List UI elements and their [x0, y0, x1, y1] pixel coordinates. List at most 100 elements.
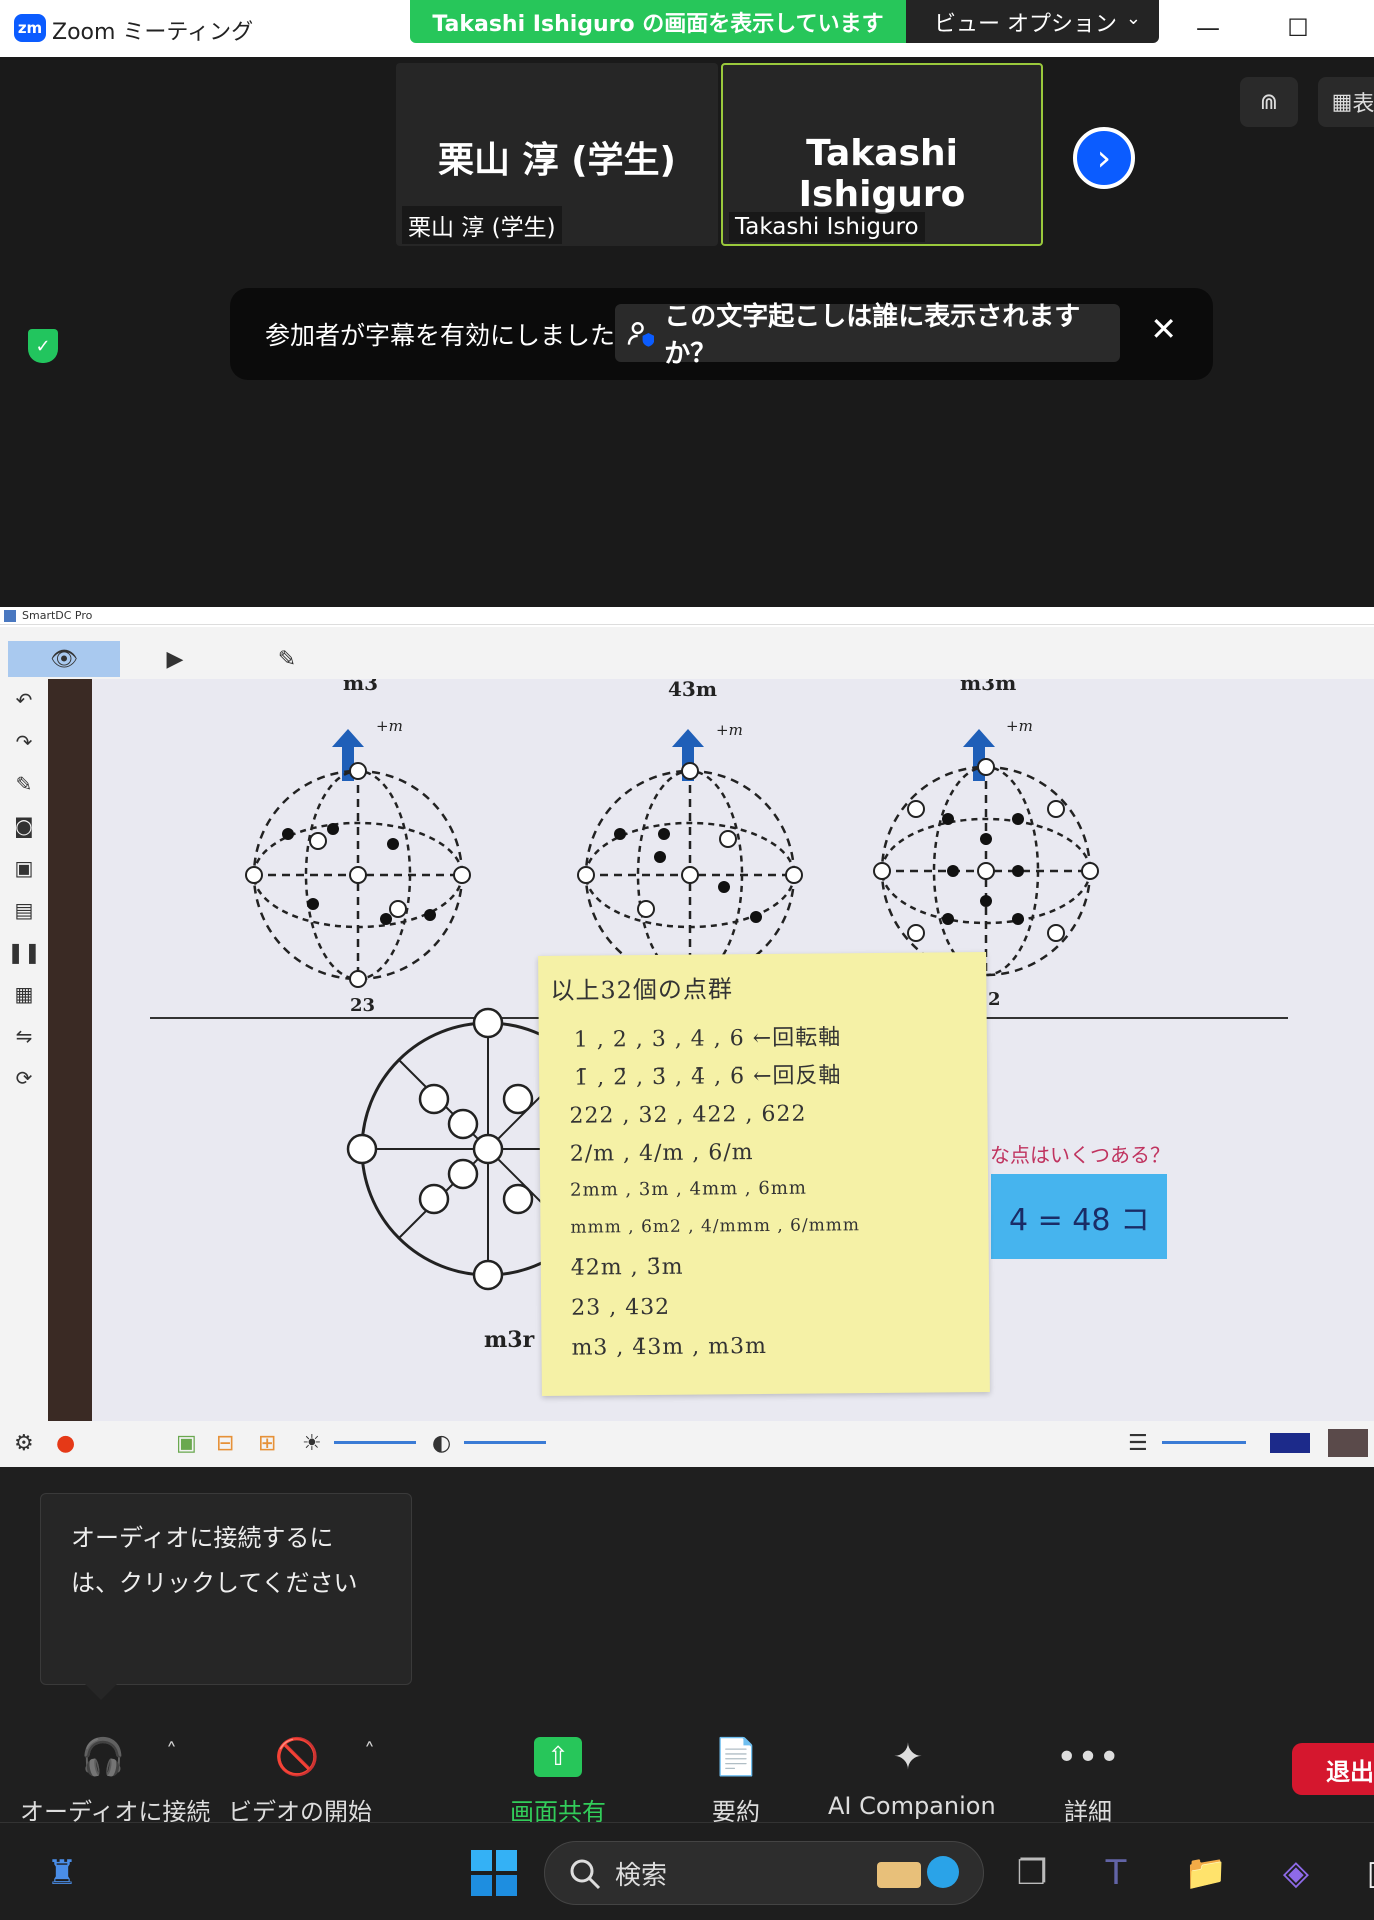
participant-name-label: 栗山 淳 (学生)	[402, 206, 562, 244]
smartdc-app-icon	[4, 610, 16, 622]
tooltip-line: オーディオに接続するに	[71, 1524, 334, 1552]
teams-icon[interactable]: T	[1090, 1848, 1142, 1898]
sparkle-icon: ✦	[892, 1736, 924, 1778]
file-explorer-icon[interactable]: 📁	[1180, 1848, 1232, 1898]
play-icon[interactable]: ▶	[150, 641, 200, 677]
smartdc-title: SmartDC Pro	[22, 609, 93, 622]
audio-connect-tooltip: オーディオに接続するに は、クリックしてください	[40, 1493, 412, 1700]
sticky-line: 2mm , 3m , 4mm , 6mm	[570, 1177, 808, 1201]
transcript-visibility-button[interactable]: この文字起こしは誰に表示されますか？	[615, 302, 1120, 369]
sticky-line: m3 , 4̄3m , m3m	[571, 1333, 768, 1361]
brightness-slider[interactable]	[334, 1441, 416, 1444]
contrast-icon[interactable]: ◐	[432, 1431, 451, 1456]
next-page-arrow-icon[interactable]: ›	[1073, 127, 1135, 189]
app-title: Zoom ミーティング	[52, 20, 254, 45]
contrast-slider[interactable]	[464, 1441, 546, 1444]
label-43m: 43m	[668, 679, 717, 701]
mode-swatch-icon[interactable]	[1328, 1429, 1368, 1457]
transcript-visibility-label: この文字起こしは誰に表示されますか？	[664, 302, 1081, 369]
task-view-icon[interactable]: ❐	[1006, 1848, 1058, 1898]
pen-icon[interactable]: ✎	[0, 763, 48, 805]
zoom-logo: zm	[14, 14, 46, 42]
share-banner: Takashi Ishiguro の画面を表示しています	[410, 0, 906, 43]
maximize-button[interactable]: ☐	[1278, 8, 1318, 48]
rotate-icon[interactable]: ⟳	[0, 1057, 48, 1099]
undo-icon[interactable]: ↶	[0, 679, 48, 721]
minimize-button[interactable]: —	[1188, 8, 1228, 48]
image-export-icon[interactable]: ▤	[0, 889, 48, 931]
summary-document-icon: 📄	[713, 1737, 759, 1778]
grid-icon: ▦	[1331, 89, 1353, 115]
zoom-in-icon[interactable]: ⊞	[258, 1431, 276, 1456]
redo-icon[interactable]: ↷	[0, 721, 48, 763]
ai-companion-label: AI Companion	[828, 1792, 996, 1820]
label-m3m: m3m	[960, 679, 1017, 695]
more-button[interactable]: ••• 詳細	[1050, 1730, 1126, 1827]
image-icon[interactable]: ▣	[0, 847, 48, 889]
label-23: 23	[350, 995, 376, 1016]
ai-companion-button[interactable]: ✦ AI Companion	[828, 1730, 996, 1821]
share-screen-button[interactable]: ⇧ 画面共有	[500, 1730, 616, 1827]
windows-start-icon[interactable]	[468, 1848, 520, 1898]
label-plus-m: +m	[1006, 717, 1033, 735]
search-highlight-illustration-icon	[877, 1856, 959, 1888]
brightness-icon[interactable]: ☀	[302, 1431, 322, 1456]
settings-gear-icon[interactable]: ⚙	[14, 1431, 34, 1456]
smartdc-bottom-bar: ⚙ ● ▣ ⊟ ⊞ ☀ ◐ ☰	[0, 1421, 1374, 1467]
autofocus-icon[interactable]: ▣	[176, 1431, 197, 1456]
audio-options-caret-icon[interactable]: ˄	[166, 1740, 177, 1765]
sticky-line: 2/m , 4/m , 6/m	[569, 1140, 754, 1167]
share-screen-icon: ⇧	[500, 1730, 616, 1784]
caption-notification: 参加者が字幕を有効にしました この文字起こしは誰に表示されますか？ ✕	[230, 288, 1213, 380]
video-off-icon: 🚫	[274, 1737, 320, 1778]
windows-logo-icon	[471, 1850, 517, 1896]
view-toggle-button[interactable]: ▦ 表	[1318, 77, 1374, 127]
leave-button[interactable]: 退出	[1292, 1743, 1374, 1795]
label-plus-m: +m	[716, 721, 743, 739]
participant-tile[interactable]: 栗山 淳 (学生) 栗山 淳 (学生)	[396, 63, 718, 246]
security-shield-icon[interactable]: ✓	[28, 329, 58, 363]
chess-app-icon[interactable]: ♜	[36, 1848, 88, 1898]
participant-tile-active-speaker[interactable]: Takashi Ishiguro Takashi Ishiguro	[721, 63, 1043, 246]
document-camera-view: m3 43m m3m 23 2 +m +m +m m3r な点はいくつある？ 4…	[48, 679, 1374, 1421]
summary-button[interactable]: 📄 要約	[696, 1730, 776, 1827]
record-icon[interactable]: ●	[56, 1431, 75, 1456]
video-options-caret-icon[interactable]: ˄	[364, 1740, 375, 1765]
eye-icon[interactable]: 👁	[8, 641, 120, 677]
immersive-view-icon[interactable]: ⋒	[1240, 77, 1298, 127]
close-icon[interactable]: ✕	[1150, 310, 1177, 348]
tooltip-line: は、クリックしてください	[71, 1569, 358, 1597]
view-options-label: ビュー オプション	[934, 11, 1117, 37]
question-text: な点はいくつある？	[990, 1143, 1170, 1167]
app-icon[interactable]: ▯	[1350, 1848, 1374, 1898]
annotate-pen-icon[interactable]: ✎	[262, 641, 312, 677]
copilot-icon[interactable]: ◈	[1270, 1848, 1322, 1898]
zoom-out-icon[interactable]: ⊟	[216, 1431, 234, 1456]
caption-message: 参加者が字幕を有効にしました	[265, 321, 616, 350]
smartdc-toolbar: 👁 ▶ ✎	[0, 627, 1374, 679]
search-icon	[570, 1859, 601, 1890]
chevron-down-icon: ⌄	[1125, 8, 1141, 29]
color-swatch-icon[interactable]	[1270, 1433, 1310, 1453]
view-options-button[interactable]: ビュー オプション ⌄	[906, 0, 1159, 43]
label-m3r: m3r	[484, 1327, 535, 1353]
sticky-line: 4̄2m , 3̄m	[570, 1254, 684, 1281]
search-placeholder: 検索	[615, 1860, 668, 1891]
flip-icon[interactable]: ⇋	[0, 1015, 48, 1057]
blue-sticky-note: 4 = 48 コ	[991, 1174, 1167, 1259]
title-bar: zm Zoom ミーティング Takashi Ishiguro の画面を表示して…	[0, 0, 1374, 57]
zoom-slider[interactable]	[1162, 1441, 1246, 1444]
pause-icon[interactable]: ❚❚	[0, 931, 48, 973]
start-video-button[interactable]: 🚫 ビデオの開始	[228, 1730, 372, 1827]
taskbar-search[interactable]: 検索	[544, 1841, 984, 1905]
list-icon[interactable]: ☰	[1128, 1431, 1148, 1456]
grid-capture-icon[interactable]: ▦	[0, 973, 48, 1015]
sticky-line: 23 , 432	[571, 1294, 671, 1321]
view-toggle-label: 表	[1352, 92, 1374, 117]
participant-gallery: 栗山 淳 (学生) 栗山 淳 (学生) Takashi Ishiguro Tak…	[0, 57, 1374, 607]
join-audio-button[interactable]: 🎧 オーディオに接続	[20, 1730, 210, 1827]
label-m3m-bottom: 2	[988, 989, 1001, 1010]
yellow-sticky-note: 以上32個の点群 1 , 2 , 3 , 4 , 6 ←回転軸 1̄ , 2̄ …	[538, 952, 990, 1396]
camera-icon[interactable]: ◙	[0, 805, 48, 847]
person-shield-icon	[627, 322, 655, 347]
